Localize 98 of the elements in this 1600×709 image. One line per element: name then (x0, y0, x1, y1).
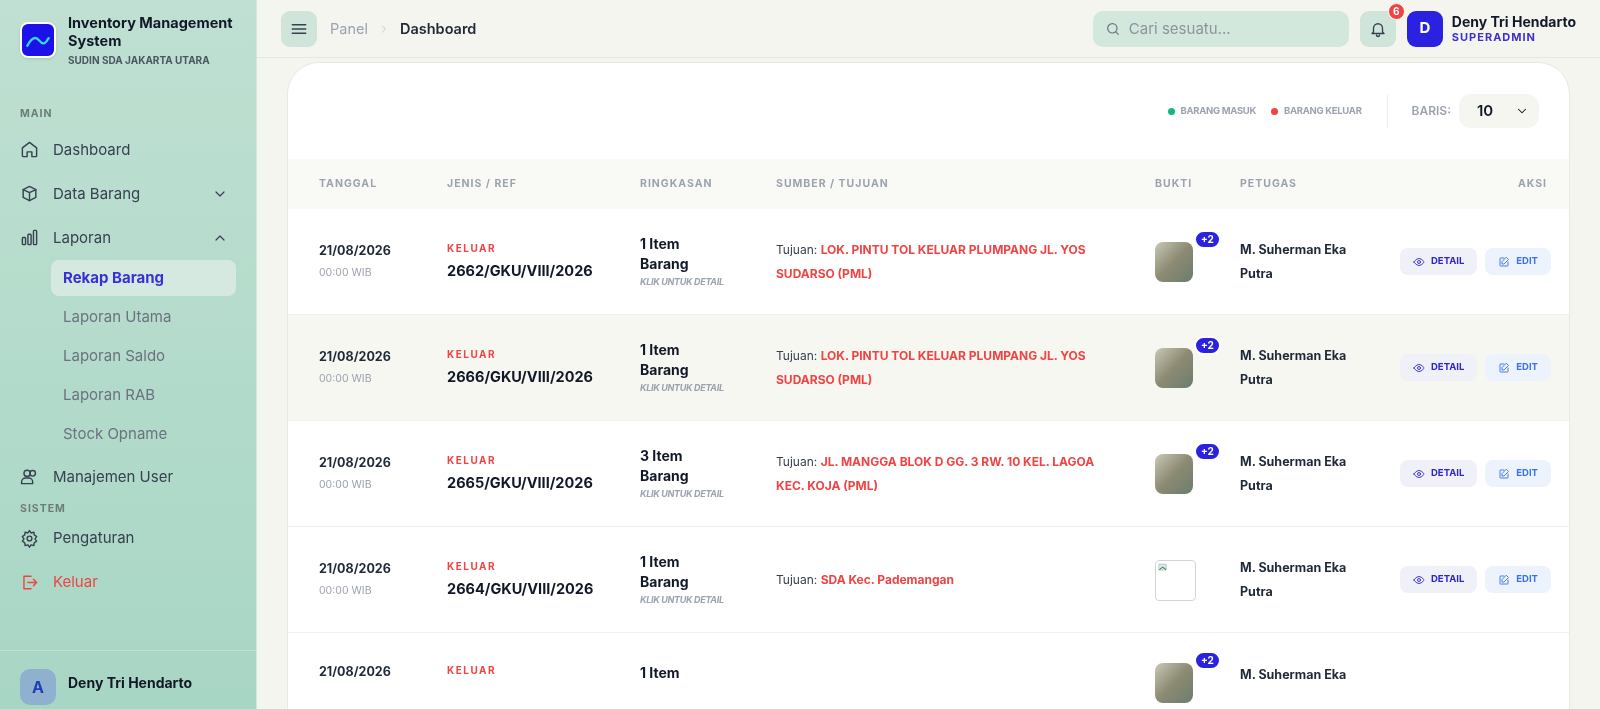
breadcrumb-item[interactable]: Dashboard (399, 17, 477, 40)
home-icon (20, 140, 39, 160)
column-header: AKSI (1516, 176, 1547, 192)
eye-icon (1413, 467, 1425, 480)
officer-name: M. Suherman Eka (1240, 666, 1348, 684)
detail-button[interactable]: DETAIL (1400, 460, 1478, 487)
section-label: MAIN (20, 106, 54, 122)
hint-text: KLIK UNTUK DETAIL (640, 487, 725, 501)
logout-icon (20, 573, 39, 592)
legend-label: BARANG KELUAR (1284, 103, 1362, 118)
edit-button[interactable]: EDIT (1485, 248, 1551, 275)
detail-button[interactable]: DETAIL (1400, 354, 1478, 381)
type-label: KELUAR (447, 453, 498, 469)
edit-button[interactable]: EDIT (1485, 460, 1551, 487)
column-header: RINGKASAN (640, 176, 714, 192)
edit-icon (1498, 573, 1511, 586)
eye-icon (1413, 573, 1425, 586)
bar-chart-icon (20, 228, 39, 248)
user-name: Deny Tri Hendarto (1451, 13, 1576, 30)
users-icon (20, 467, 39, 487)
item-summary[interactable]: 1 Item Barang (640, 552, 730, 592)
rows-label: BARIS: (1411, 102, 1451, 120)
app-title: Inventory Management System (68, 14, 234, 50)
nav-item[interactable]: Laporan (20, 215, 236, 260)
eye-icon (1413, 255, 1425, 268)
type-label: KELUAR (447, 347, 498, 363)
photo-placeholder[interactable] (1155, 241, 1193, 282)
officer-name: M. Suherman Eka Putra (1240, 240, 1348, 283)
officer-name: M. Suherman Eka Putra (1240, 452, 1348, 495)
detail-button[interactable]: DETAIL (1400, 566, 1478, 593)
time-text: 00:00 WIB (319, 583, 373, 599)
date-text: 21/08/2026 (319, 663, 392, 681)
officer-name: M. Suherman Eka Putra (1240, 558, 1348, 601)
settings-icon (20, 529, 39, 548)
officer-name: M. Suherman Eka Putra (1240, 346, 1348, 389)
hint-text: KLIK UNTUK DETAIL (640, 381, 725, 395)
legend-label: BARANG MASUK (1180, 103, 1257, 118)
menu-button[interactable] (281, 10, 317, 47)
date-text: 21/08/2026 (319, 560, 392, 579)
date-text: 21/08/2026 (319, 242, 392, 261)
time-text: 00:00 WIB (319, 477, 373, 493)
count-badge: +2 (1194, 335, 1221, 355)
edit-icon (1498, 467, 1511, 480)
reference-number: 2665/GKU/VIII/2026 (447, 473, 594, 494)
app-subtitle: SUDIN SDA JAKARTA UTARA (68, 53, 211, 68)
photo-placeholder[interactable] (1155, 347, 1193, 388)
rows-select[interactable]: 10 (1459, 94, 1539, 128)
user-avatar: D (1406, 10, 1443, 47)
date-text: 21/08/2026 (319, 348, 392, 367)
photo-placeholder[interactable] (1155, 453, 1193, 494)
edit-button[interactable]: EDIT (1485, 566, 1551, 593)
nav-item[interactable]: Data Barang (20, 171, 236, 216)
column-header: JENIS / REF (447, 176, 518, 192)
nav-item[interactable]: Pengaturan (20, 516, 236, 561)
item-summary[interactable]: 3 Item Barang (640, 446, 730, 486)
item-summary[interactable]: 1 Item Barang (640, 340, 730, 380)
type-label: KELUAR (447, 559, 498, 575)
column-header: TANGGAL (319, 176, 379, 192)
count-badge: +2 (1194, 441, 1221, 461)
nav-item[interactable]: Dashboard (20, 127, 236, 172)
column-header: PETUGAS (1240, 176, 1298, 192)
column-header: BUKTI (1155, 176, 1194, 192)
submenu-item[interactable]: Rekap Barang (51, 259, 236, 296)
destination-text: Tujuan: LOK. PINTU TOL KELUAR PLUMPANG JL. YOS SUDARSO (PML) (776, 346, 1087, 389)
eye-icon (1413, 361, 1425, 374)
hint-text: KLIK UNTUK DETAIL (640, 593, 725, 607)
edit-icon (1498, 361, 1511, 374)
box-icon (20, 184, 39, 204)
search-icon (1104, 20, 1121, 37)
time-text: 00:00 WIB (319, 371, 373, 387)
destination-text: Tujuan: LOK. PINTU TOL KELUAR PLUMPANG JL. YOS SUDARSO (PML) (776, 240, 1087, 283)
table-row[interactable]: 21/08/2026 00:00 WIB KELUAR 2666/GKU/VIII/2026 1 Item Barang KLIK UNTUK DETAIL Tujuan: LOK. PINTU TOL KELUAR PLUMPANG JL. YOS SUDARSO (PML) +2 M. Suherman Eka Putra DETAIL EDIT (288, 315, 1569, 421)
destination-text: Tujuan: JL. MANGGA BLOK D GG. 3 RW. 10 KEL. LAGOA KEC. KOJA (PML) (776, 452, 1096, 495)
reference-number: 2662/GKU/VIII/2026 (447, 261, 594, 282)
user-avatar: A (20, 669, 56, 705)
search-field[interactable]: Cari sesuatu... (1092, 10, 1349, 47)
detail-button[interactable]: DETAIL (1400, 248, 1478, 275)
reference-number: 2666/GKU/VIII/2026 (447, 367, 594, 388)
count-badge: +2 (1194, 651, 1221, 670)
item-summary[interactable]: 1 Item (640, 663, 730, 683)
hint-text: KLIK UNTUK DETAIL (640, 275, 725, 289)
reference-number: 2664/GKU/VIII/2026 (447, 579, 595, 600)
notification-badge: 6 (1387, 2, 1405, 20)
edit-button[interactable]: EDIT (1485, 354, 1551, 381)
section-label: SISTEM (20, 500, 67, 517)
user-name: Deny Tri Hendarto (68, 673, 193, 693)
user-role: SUPERADMIN (1451, 30, 1537, 44)
count-badge: +2 (1194, 229, 1221, 249)
destination-text: Tujuan: SDA Kec. Pademangan (776, 570, 955, 589)
time-text: 00:00 WIB (319, 265, 373, 281)
type-label: KELUAR (447, 663, 498, 678)
nav-item[interactable]: Manajemen User (20, 454, 236, 499)
type-label: KELUAR (447, 241, 498, 257)
item-summary[interactable]: 1 Item Barang (640, 234, 730, 274)
photo-placeholder[interactable] (1155, 663, 1193, 703)
edit-icon (1498, 255, 1511, 268)
date-text: 21/08/2026 (319, 454, 392, 473)
column-header: SUMBER / TUJUAN (776, 176, 890, 192)
